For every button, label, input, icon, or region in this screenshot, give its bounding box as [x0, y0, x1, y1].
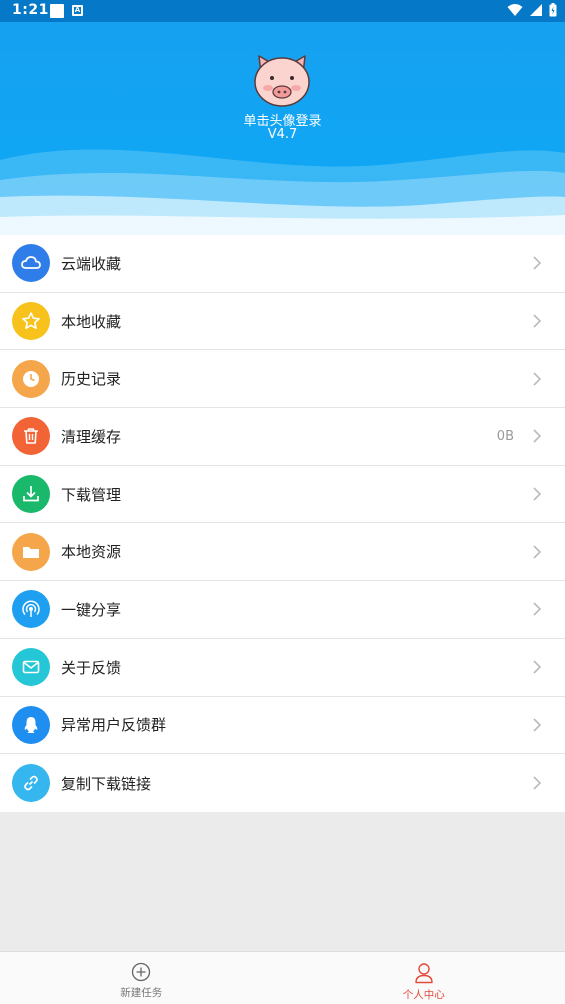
- menu-item-copy-download-link[interactable]: 复制下载链接: [0, 754, 565, 812]
- menu-item-label: 复制下载链接: [61, 774, 152, 793]
- chevron-right-icon: [533, 718, 542, 732]
- menu-item-local-resources[interactable]: 本地资源: [0, 523, 565, 582]
- tab-personal-center[interactable]: 个人中心: [283, 952, 565, 1004]
- status-time: 1:21: [12, 2, 49, 18]
- star-icon: [12, 302, 50, 341]
- wifi-icon: [507, 4, 523, 16]
- menu-item-label: 下载管理: [61, 485, 122, 504]
- menu-item-download-manager[interactable]: 下载管理: [0, 465, 565, 524]
- qq-icon: [12, 705, 50, 744]
- clock-icon: [12, 359, 50, 398]
- cloud-icon: [12, 244, 50, 283]
- notification-square-icon: [50, 4, 64, 18]
- cache-size-value: 0B: [496, 428, 514, 444]
- menu-item-clear-cache[interactable]: 清理缓存 0B: [0, 408, 565, 466]
- status-bar: 1:21 A: [0, 0, 565, 22]
- chevron-right-icon: [533, 256, 542, 270]
- menu-item-label: 一键分享: [61, 600, 122, 619]
- notification-a-icon: A: [72, 5, 83, 16]
- tab-label: 新建任务: [120, 987, 163, 999]
- menu-item-about-feedback[interactable]: 关于反馈: [0, 638, 565, 697]
- folder-icon: [12, 532, 50, 571]
- app-version: V4.7: [267, 127, 298, 142]
- menu-item-one-click-share[interactable]: 一键分享: [0, 581, 565, 639]
- menu-item-local-favorites[interactable]: 本地收藏: [0, 292, 565, 351]
- chevron-right-icon: [533, 602, 542, 617]
- menu-item-label: 本地收藏: [61, 312, 122, 331]
- chevron-right-icon: [533, 314, 542, 328]
- tab-new-task[interactable]: 新建任务: [0, 952, 283, 1004]
- menu-list: 云端收藏 本地收藏 历史记录 清理缓存 0B 下载管理 本地资源 一键分享 关于…: [0, 235, 565, 812]
- pig-avatar-icon[interactable]: [251, 52, 313, 108]
- menu-item-label: 云端收藏: [61, 254, 122, 273]
- menu-item-cloud-favorites[interactable]: 云端收藏: [0, 235, 565, 293]
- menu-item-feedback-group[interactable]: 异常用户反馈群: [0, 696, 565, 755]
- menu-item-label: 本地资源: [61, 543, 122, 562]
- plus-circle-icon: [132, 962, 151, 982]
- profile-header: 单击头像登录 V4.7: [0, 22, 565, 235]
- battery-icon: [549, 3, 557, 17]
- download-icon: [12, 475, 50, 514]
- chevron-right-icon: [533, 545, 542, 559]
- trash-icon: [12, 417, 50, 456]
- person-icon: [415, 963, 433, 984]
- menu-item-label: 历史记录: [61, 370, 122, 389]
- wave-decoration: [0, 149, 565, 235]
- chevron-right-icon: [533, 372, 542, 386]
- cell-signal-icon: [530, 4, 542, 16]
- chevron-right-icon: [533, 660, 542, 674]
- chevron-right-icon: [533, 429, 542, 443]
- chevron-right-icon: [533, 776, 542, 790]
- bottom-navigation: 新建任务 个人中心: [0, 951, 565, 1004]
- link-icon: [12, 764, 50, 803]
- mail-icon: [12, 648, 50, 687]
- chevron-right-icon: [533, 487, 542, 501]
- share-signal-icon: [12, 590, 50, 629]
- menu-item-history[interactable]: 历史记录: [0, 350, 565, 409]
- menu-item-label: 清理缓存: [61, 427, 122, 446]
- menu-item-label: 关于反馈: [61, 658, 122, 677]
- tab-label: 个人中心: [402, 989, 445, 1001]
- menu-item-label: 异常用户反馈群: [61, 716, 167, 735]
